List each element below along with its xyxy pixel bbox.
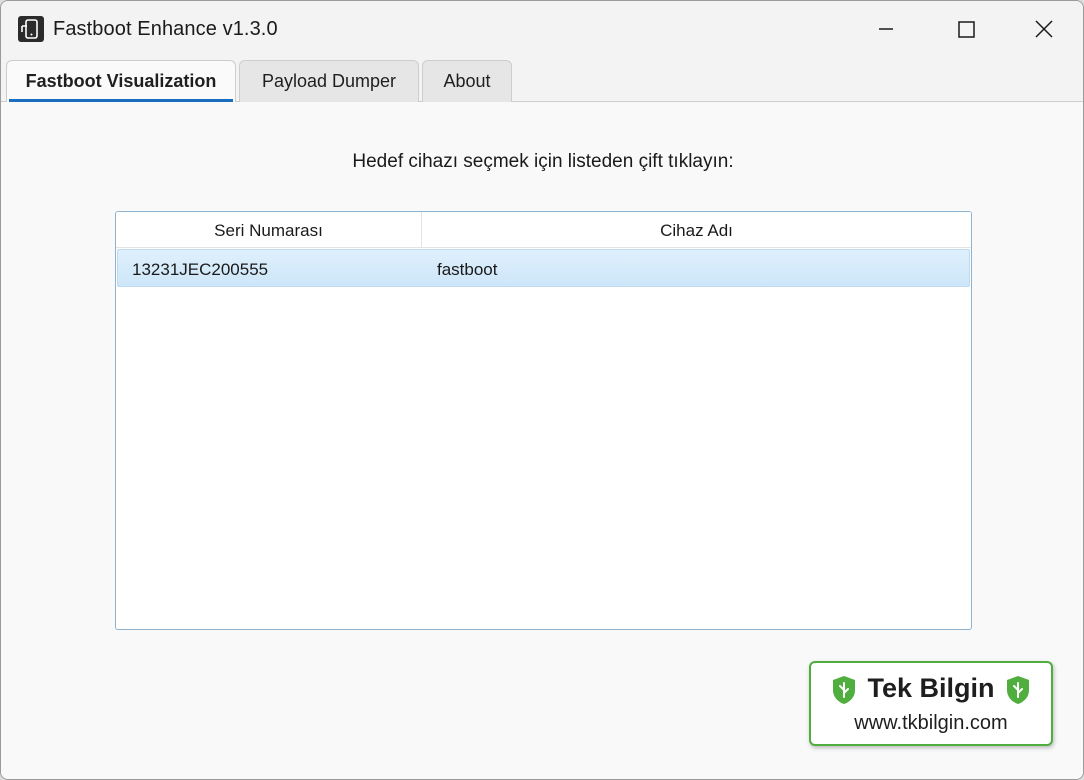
device-name-cell: fastboot [437,260,498,279]
app-window: Fastboot Enhance v1.3.0 Fastboot Visuali… [0,0,1084,780]
tab-bar: Fastboot Visualization Payload Dumper Ab… [1,57,1083,102]
column-header-serial[interactable]: Seri Numarası [116,212,422,248]
tab-payload-dumper[interactable]: Payload Dumper [239,60,419,102]
tab-fastboot-visualization[interactable]: Fastboot Visualization [6,60,236,102]
table-header: Seri Numarası Cihaz Adı [116,212,971,248]
serial-cell: 13231JEC200555 [132,260,269,279]
green-shield-logo-icon [1007,676,1029,704]
close-button[interactable] [1004,1,1083,57]
window-title: Fastboot Enhance v1.3.0 [53,18,278,40]
table-row[interactable]: 13231JEC200555 fastboot [117,249,970,287]
maximize-button[interactable] [926,1,1006,57]
device-list-table[interactable]: Seri Numarası Cihaz Adı 13231JEC200555 f… [115,211,972,630]
minimize-button[interactable] [846,1,926,57]
close-icon [1035,20,1053,38]
maximize-icon [958,21,975,38]
phone-app-icon [18,16,44,42]
minimize-icon [879,28,893,30]
watermark-url: www.tkbilgin.com [854,712,1008,734]
watermark-badge: Tek Bilgin www.tkbilgin.com [809,661,1053,746]
instruction-text: Hedef cihazı seçmek için listeden çift t… [352,151,734,172]
column-header-device-name[interactable]: Cihaz Adı [422,212,971,248]
title-bar[interactable]: Fastboot Enhance v1.3.0 [1,1,1083,57]
tab-about[interactable]: About [422,60,512,102]
